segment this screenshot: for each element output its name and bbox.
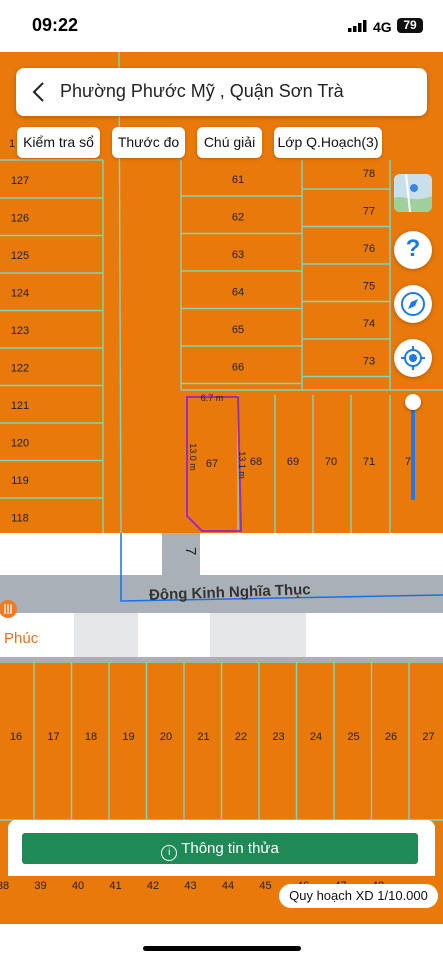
plot-label: 66 bbox=[232, 362, 244, 374]
back-arrow-icon[interactable] bbox=[28, 80, 52, 104]
plot-label: 74 bbox=[363, 318, 375, 330]
plot-label: 119 bbox=[11, 475, 29, 487]
home-indicator[interactable] bbox=[143, 946, 301, 951]
planning-layer-button[interactable]: Lớp Q.Hoạch(3) bbox=[274, 127, 382, 158]
plot-label: 62 bbox=[232, 212, 244, 224]
plot-label: 26 bbox=[385, 731, 397, 743]
status-bar: 09:22 4G 79 bbox=[0, 0, 443, 52]
dim-top: 6.7 m bbox=[201, 393, 224, 403]
plot-label: 64 bbox=[232, 287, 244, 299]
plot-label: 43 bbox=[184, 880, 196, 892]
plot-label: 122 bbox=[11, 363, 29, 375]
sidewalk-north bbox=[0, 533, 443, 575]
plot-label: 61 bbox=[232, 174, 244, 186]
plot-label: 24 bbox=[310, 731, 322, 743]
plot-label: 121 bbox=[11, 400, 29, 412]
plot-label: 42 bbox=[147, 880, 159, 892]
network-type: 4G bbox=[373, 19, 392, 35]
plot-label: 38 bbox=[0, 880, 9, 892]
plot-label: 39 bbox=[34, 880, 46, 892]
locate-button[interactable] bbox=[394, 339, 432, 377]
plot-label: 21 bbox=[197, 731, 209, 743]
check-book-button[interactable]: Kiểm tra sổ bbox=[17, 127, 100, 158]
battery-icon: 79 bbox=[397, 18, 423, 33]
crosshair-icon bbox=[401, 346, 425, 370]
plot-label: 77 bbox=[363, 206, 375, 218]
plot-label: 45 bbox=[259, 880, 271, 892]
status-time: 09:22 bbox=[32, 15, 79, 35]
plot-label: 124 bbox=[11, 288, 29, 300]
plot-label: 25 bbox=[347, 731, 359, 743]
plot-info-button[interactable]: i Thông tin thửa bbox=[22, 833, 418, 864]
location-header: Phường Phước Mỹ , Quận Sơn Trà bbox=[16, 68, 427, 116]
dim-right: 13.1 m bbox=[237, 451, 247, 479]
plot-label: 78 bbox=[363, 168, 375, 180]
plot-label: 76 bbox=[363, 243, 375, 255]
info-icon: i bbox=[161, 845, 178, 861]
location-title: Phường Phước Mỹ , Quận Sơn Trà bbox=[60, 81, 344, 101]
plot-label: 75 bbox=[363, 281, 375, 293]
plot-label: 1 bbox=[9, 138, 15, 150]
dim-left: 13.0 m bbox=[188, 443, 198, 471]
plot-label: 19 bbox=[122, 731, 134, 743]
poi-label: Phúc bbox=[4, 630, 39, 647]
measure-button[interactable]: Thước đo bbox=[112, 127, 185, 158]
plot-label: 71 bbox=[363, 456, 375, 468]
street-code: 7 bbox=[182, 547, 199, 555]
plot-label: 120 bbox=[11, 438, 29, 450]
signal-icon bbox=[348, 20, 367, 32]
legend-button[interactable]: Chú giải bbox=[197, 127, 262, 158]
opacity-slider-track[interactable] bbox=[411, 404, 415, 500]
plot-label: 27 bbox=[422, 731, 434, 743]
plot-label: 70 bbox=[325, 456, 337, 468]
plot-label: 63 bbox=[232, 249, 244, 261]
plot-label: 44 bbox=[222, 880, 234, 892]
plot-label: 68 bbox=[250, 456, 262, 468]
cadastral-map[interactable]: 7 Đông Kinh Nghĩa Thục Phúc 127 126 125 124… bbox=[0, 52, 443, 924]
compass-button[interactable] bbox=[394, 285, 432, 323]
plot-label: 41 bbox=[109, 880, 121, 892]
help-button[interactable]: ? bbox=[394, 231, 432, 269]
scale-badge: Quy hoạch XD 1/10.000 bbox=[279, 884, 438, 908]
plot-label: 127 bbox=[11, 175, 29, 187]
selected-plot-label: 67 bbox=[206, 458, 218, 470]
plot-label: 118 bbox=[11, 513, 29, 525]
plot-label: 17 bbox=[47, 731, 59, 743]
plot-label: 125 bbox=[11, 250, 29, 262]
compass-icon bbox=[401, 292, 425, 316]
plot-label: 16 bbox=[10, 731, 22, 743]
bottom-bar bbox=[0, 924, 443, 960]
plot-label: 20 bbox=[160, 731, 172, 743]
plot-label: 126 bbox=[11, 213, 29, 225]
plot-label: 123 bbox=[11, 325, 29, 337]
plot-label: 69 bbox=[287, 456, 299, 468]
plot-label: 65 bbox=[232, 324, 244, 336]
map-thumbnail-icon[interactable] bbox=[394, 174, 432, 212]
plot-info-label: Thông tin thửa bbox=[181, 840, 279, 857]
plot-label: 40 bbox=[72, 880, 84, 892]
help-icon: ? bbox=[405, 235, 421, 262]
plot-label: 23 bbox=[272, 731, 284, 743]
opacity-slider-handle[interactable] bbox=[405, 394, 421, 410]
plot-label: 22 bbox=[235, 731, 247, 743]
plot-label: 18 bbox=[85, 731, 97, 743]
plot-label: 73 bbox=[363, 356, 375, 368]
